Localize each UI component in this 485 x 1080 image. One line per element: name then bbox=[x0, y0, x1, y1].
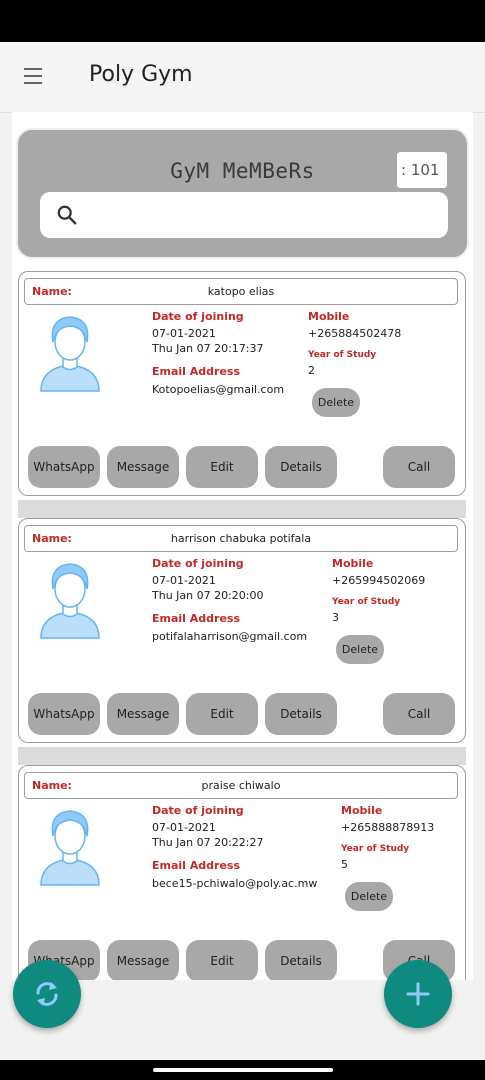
avatar-icon bbox=[40, 316, 100, 392]
details-button[interactable]: Details bbox=[265, 446, 337, 488]
call-button[interactable]: Call bbox=[383, 693, 455, 735]
year-label: Year of Study bbox=[308, 350, 377, 360]
year-label: Year of Study bbox=[332, 597, 401, 607]
delete-button[interactable]: Delete bbox=[345, 882, 393, 911]
member-name: praise chiwalo bbox=[201, 779, 281, 792]
year-label: Year of Study bbox=[341, 844, 410, 854]
search-icon bbox=[57, 205, 77, 225]
whatsapp-button[interactable]: WhatsApp bbox=[28, 446, 100, 488]
refresh-icon bbox=[36, 982, 58, 1006]
search-bar[interactable] bbox=[40, 192, 448, 238]
delete-button[interactable]: Delete bbox=[336, 635, 384, 664]
plus-icon bbox=[406, 982, 430, 1006]
date-label: Date of joining bbox=[152, 310, 244, 323]
member-mobile: +265884502478 bbox=[308, 327, 402, 340]
member-year: 2 bbox=[308, 364, 315, 377]
join-datetime: Thu Jan 07 20:20:00 bbox=[152, 589, 264, 602]
add-member-button[interactable] bbox=[384, 960, 452, 1028]
date-label: Date of joining bbox=[152, 557, 244, 570]
member-count: : 101 bbox=[397, 152, 447, 188]
whatsapp-button[interactable]: WhatsApp bbox=[28, 693, 100, 735]
refresh-button[interactable] bbox=[13, 960, 81, 1028]
app-title: Poly Gym bbox=[89, 62, 193, 87]
member-card: Name: harrison chabuka potifala Date of … bbox=[18, 518, 466, 743]
avatar-icon bbox=[40, 810, 100, 886]
mobile-label: Mobile bbox=[308, 310, 350, 323]
join-datetime: Thu Jan 07 20:22:27 bbox=[152, 836, 264, 849]
name-row: Name: katopo elias bbox=[24, 278, 458, 305]
join-date: 07-01-2021 bbox=[152, 574, 216, 587]
date-label: Date of joining bbox=[152, 804, 244, 817]
message-button[interactable]: Message bbox=[107, 446, 179, 488]
member-email: potifalaharrison@gmail.com bbox=[152, 630, 308, 643]
member-card: Name: katopo elias Date of joining 07-01… bbox=[18, 271, 466, 496]
member-name: harrison chabuka potifala bbox=[170, 532, 312, 545]
edit-button[interactable]: Edit bbox=[186, 693, 258, 735]
home-indicator[interactable] bbox=[153, 1068, 333, 1072]
card-separator bbox=[18, 500, 466, 518]
email-label: Email Address bbox=[152, 612, 241, 625]
name-row: Name: harrison chabuka potifala bbox=[24, 525, 458, 552]
edit-button[interactable]: Edit bbox=[186, 446, 258, 488]
join-datetime: Thu Jan 07 20:17:37 bbox=[152, 342, 264, 355]
member-name: katopo elias bbox=[207, 285, 275, 298]
member-year: 5 bbox=[341, 858, 348, 871]
member-email: bece15-pchiwalo@poly.ac.mw bbox=[152, 877, 318, 890]
avatar-icon bbox=[40, 563, 100, 639]
mobile-label: Mobile bbox=[332, 557, 374, 570]
search-input[interactable] bbox=[90, 200, 434, 232]
mobile-label: Mobile bbox=[341, 804, 383, 817]
join-date: 07-01-2021 bbox=[152, 327, 216, 340]
delete-button[interactable]: Delete bbox=[312, 388, 360, 417]
app-bar: Poly Gym bbox=[0, 42, 485, 113]
member-year: 3 bbox=[332, 611, 339, 624]
email-label: Email Address bbox=[152, 859, 241, 872]
edit-button[interactable]: Edit bbox=[186, 940, 258, 980]
status-bar bbox=[0, 0, 485, 42]
message-button[interactable]: Message bbox=[107, 940, 179, 980]
menu-icon[interactable] bbox=[24, 68, 42, 84]
name-row: Name: praise chiwalo bbox=[24, 772, 458, 799]
navigation-bar bbox=[0, 1060, 485, 1080]
email-label: Email Address bbox=[152, 365, 241, 378]
member-mobile: +265994502069 bbox=[332, 574, 426, 587]
card-separator bbox=[18, 747, 466, 765]
details-button[interactable]: Details bbox=[265, 693, 337, 735]
join-date: 07-01-2021 bbox=[152, 821, 216, 834]
member-mobile: +265888878913 bbox=[341, 821, 435, 834]
details-button[interactable]: Details bbox=[265, 940, 337, 980]
member-card: Name: praise chiwalo Date of joining 07-… bbox=[18, 765, 466, 980]
call-button[interactable]: Call bbox=[383, 446, 455, 488]
message-button[interactable]: Message bbox=[107, 693, 179, 735]
member-email: Kotopoelias@gmail.com bbox=[152, 383, 285, 396]
members-header: GyM MeMBeRs : 101 bbox=[16, 128, 469, 259]
content-area[interactable]: GyM MeMBeRs : 101 Name: katopo elias Dat… bbox=[12, 112, 473, 980]
